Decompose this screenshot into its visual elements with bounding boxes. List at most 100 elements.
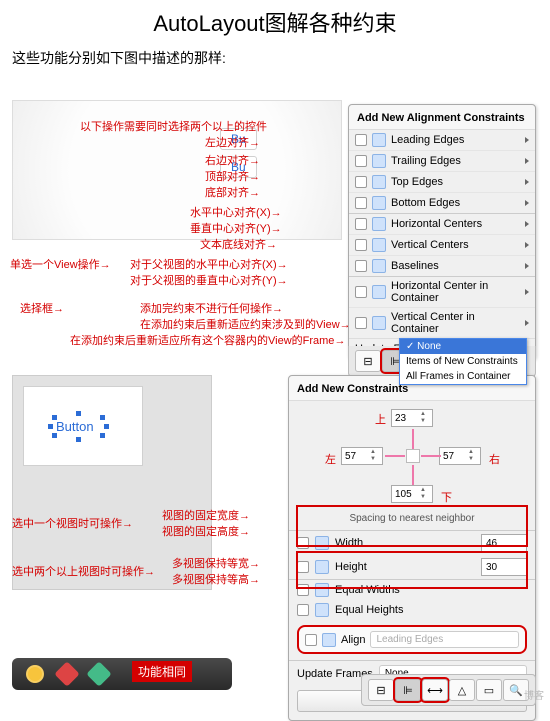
page-subtitle: 这些功能分别如下图中描述的那样: (0, 44, 550, 76)
equal-heights-label: Equal Heights (335, 604, 527, 616)
note-need-two: 以下操作需要同时选择两个以上的控件 (80, 118, 267, 134)
checkbox-icon[interactable] (355, 317, 367, 329)
update-frames-dropdown[interactable]: ✓ None Items of New Constraints All Fram… (399, 338, 527, 385)
note-vcenter: 垂直中心对齐(Y)→ (190, 220, 282, 236)
align-hcontainer[interactable]: Horizontal Center in Container (349, 277, 535, 307)
hcenter-icon (372, 217, 386, 231)
toolbar2-stack-button[interactable]: ⊟ (368, 679, 394, 701)
toolbar2-align-button[interactable]: ⊫ (395, 679, 421, 701)
constraints-panel: Add New Constraints 上 23▲▼ 左 57▲▼ 57▲▼ 右… (288, 375, 536, 721)
equal-heights-row: Equal Heights (289, 600, 535, 620)
bb-cube2-icon[interactable] (86, 661, 111, 686)
checkbox-icon[interactable] (297, 584, 309, 596)
trailing-edges-icon (372, 154, 386, 168)
align-label: Align (341, 634, 365, 646)
dd-none[interactable]: ✓ None (400, 339, 526, 354)
note-uf-items: 在添加约束后重新适应约束涉及到的View→ (140, 316, 351, 332)
width-input[interactable]: 46 (481, 534, 527, 552)
note-h-container: 对于父视图的水平中心对齐(X)→ (130, 256, 288, 272)
label-top: 上 (375, 411, 386, 427)
alignment-panel-title: Add New Alignment Constraints (349, 105, 535, 130)
chevron-right-icon (525, 158, 529, 164)
height-input[interactable]: 30 (481, 558, 527, 576)
checkbox-icon[interactable] (355, 286, 367, 298)
checkbox-icon[interactable] (355, 218, 367, 230)
checkbox-icon[interactable] (297, 537, 309, 549)
chevron-right-icon (525, 137, 529, 143)
align-vcontainer[interactable]: Vertical Center in Container (349, 307, 535, 338)
note-hcenter: 水平中心对齐(X)→ (190, 204, 282, 220)
checkbox-icon[interactable] (297, 561, 309, 573)
watermark: 博客 (524, 687, 544, 702)
toolbar-lower: ⊟ ⊫ ⟷ △ ▭ 🔍 (361, 674, 536, 706)
baseline-icon (372, 259, 386, 273)
checkbox-icon[interactable] (355, 197, 367, 209)
label-bottom: 下 (441, 489, 452, 505)
selected-button[interactable]: Button (56, 419, 94, 434)
top-edges-icon (372, 175, 386, 189)
align-dropdown[interactable]: Leading Edges (370, 631, 519, 648)
height-label: Height (335, 561, 475, 573)
note-uf-none: 添加完约束不进行任何操作→ (140, 300, 283, 316)
ib-view[interactable]: Button (23, 386, 143, 466)
note-baseline: 文本底线对齐→ (200, 236, 277, 252)
checkbox-icon[interactable] (355, 176, 367, 188)
label-left: 左 (325, 451, 336, 467)
center-widget-icon[interactable] (406, 449, 420, 463)
note-select-box: 选择框→ (20, 300, 64, 316)
spacing-grid: 上 23▲▼ 左 57▲▼ 57▲▼ 右 105▲▼ 下 (289, 401, 535, 511)
bb-cube-icon[interactable] (54, 661, 79, 686)
note-one-view: 选中一个视图时可操作→ (12, 515, 133, 531)
equal-heights-icon (315, 603, 329, 617)
align-icon (322, 633, 336, 647)
chevron-right-icon (525, 221, 529, 227)
checkbox-icon[interactable] (355, 239, 367, 251)
note-trailing: 右边对齐→ (205, 152, 260, 168)
equal-widths-row: Equal Widths (289, 580, 535, 600)
note-bottom: 底部对齐→ (205, 184, 260, 200)
note-uf-all: 在添加约束后重新适应所有这个容器内的View的Frame→ (70, 332, 345, 348)
align-baseline[interactable]: Baselines (349, 255, 535, 276)
label-right: 右 (489, 451, 500, 467)
height-row: Height 30 (289, 555, 535, 579)
note-eq-w: 多视图保持等宽→ (172, 555, 260, 571)
align-trailing[interactable]: Trailing Edges (349, 150, 535, 171)
leading-edges-icon (372, 133, 386, 147)
dd-all[interactable]: All Frames in Container (400, 369, 526, 384)
bottom-spacing-input[interactable]: 105▲▼ (391, 485, 433, 503)
checkbox-icon[interactable] (297, 604, 309, 616)
chevron-right-icon (525, 179, 529, 185)
height-icon (315, 560, 329, 574)
chevron-right-icon (525, 320, 529, 326)
toolbar2-resolve-button[interactable]: △ (449, 679, 475, 701)
checkbox-icon[interactable] (355, 134, 367, 146)
align-hcenter[interactable]: Horizontal Centers (349, 214, 535, 234)
bottom-bar (12, 658, 232, 690)
note-multi-view: 选中两个以上视图时可操作→ (12, 563, 155, 579)
toolbar2-embed-button[interactable]: ▭ (476, 679, 502, 701)
width-icon (315, 536, 329, 550)
width-row: Width 46 (289, 531, 535, 555)
vcontainer-icon (372, 316, 386, 330)
chevron-right-icon (525, 289, 529, 295)
dd-items[interactable]: Items of New Constraints (400, 354, 526, 369)
note-top: 顶部对齐→ (205, 168, 260, 184)
note-eq-h: 多视图保持等高→ (172, 571, 260, 587)
alignment-panel: Add New Alignment Constraints Leading Ed… (348, 104, 536, 360)
checkbox-icon[interactable] (305, 634, 317, 646)
checkbox-icon[interactable] (355, 155, 367, 167)
align-vcenter[interactable]: Vertical Centers (349, 234, 535, 255)
align-leading[interactable]: Leading Edges (349, 130, 535, 150)
toolbar-stack-button[interactable]: ⊟ (355, 350, 381, 372)
width-label: Width (335, 537, 475, 549)
toolbar2-pin-button[interactable]: ⟷ (422, 679, 448, 701)
spacing-caption: Spacing to nearest neighbor (289, 511, 535, 530)
bb-circle-icon[interactable] (26, 665, 44, 683)
left-spacing-input[interactable]: 57▲▼ (341, 447, 383, 465)
checkbox-icon[interactable] (355, 260, 367, 272)
align-top[interactable]: Top Edges (349, 171, 535, 192)
top-spacing-input[interactable]: 23▲▼ (391, 409, 433, 427)
align-row[interactable]: Align Leading Edges (297, 625, 527, 654)
right-spacing-input[interactable]: 57▲▼ (439, 447, 481, 465)
align-bottom[interactable]: Bottom Edges (349, 192, 535, 213)
